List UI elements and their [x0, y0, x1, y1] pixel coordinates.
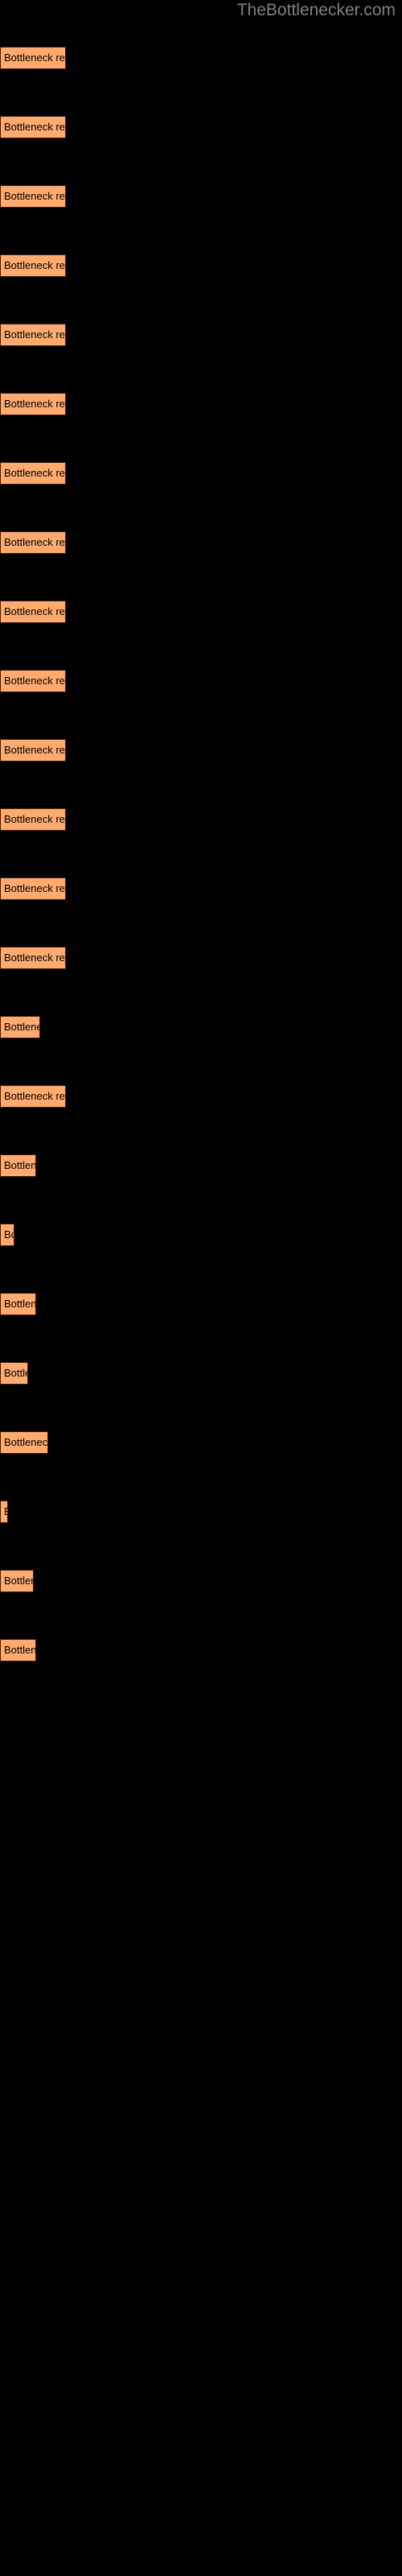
bar-label: Bottleneck result	[4, 1090, 65, 1102]
bar[interactable]: Bottleneck result	[0, 877, 66, 900]
bar-label: Bottleneck result	[4, 1021, 39, 1033]
bar[interactable]: Bottleneck result	[0, 1293, 36, 1315]
bar-row: Bottleneck result	[0, 116, 402, 138]
bar[interactable]: Bottleneck result	[0, 116, 66, 138]
bar-row: Bottleneck result	[0, 393, 402, 415]
bar[interactable]: Bottleneck result	[0, 1224, 14, 1246]
bar-label: Bottleneck result	[4, 52, 65, 64]
bar-row: Bottleneck result	[0, 1085, 402, 1108]
bar-row: Bottleneck result	[0, 877, 402, 900]
bar[interactable]: Bottleneck result	[0, 1085, 66, 1108]
bar-label: Bottleneck result	[4, 121, 65, 133]
bar[interactable]: Bottleneck result	[0, 739, 66, 762]
bar[interactable]: Bottleneck result	[0, 1362, 28, 1385]
bar[interactable]: Bottleneck result	[0, 947, 66, 969]
bar-row: Bottleneck result	[0, 1431, 402, 1454]
bar[interactable]: Bottleneck result	[0, 1431, 48, 1454]
bar-row: Bottleneck result	[0, 1224, 402, 1246]
bar[interactable]: Bottleneck result	[0, 1501, 8, 1523]
bar-row: Bottleneck result	[0, 947, 402, 969]
bar-label: Bottleneck result	[4, 1228, 14, 1241]
bar-row: Bottleneck result	[0, 47, 402, 69]
bar-label: Bottleneck result	[4, 398, 65, 410]
bar[interactable]: Bottleneck result	[0, 601, 66, 623]
bar-row: Bottleneck result	[0, 185, 402, 208]
bar-label: Bottleneck result	[4, 1298, 36, 1310]
bar-label: Bottleneck result	[4, 1159, 36, 1171]
bar-label: Bottleneck result	[4, 259, 65, 271]
bar-label: Bottleneck result	[4, 328, 65, 341]
bar[interactable]: Bottleneck result	[0, 393, 66, 415]
bar-label: Bottleneck result	[4, 605, 65, 617]
bar[interactable]: Bottleneck result	[0, 47, 66, 69]
bar-row: Bottleneck result	[0, 462, 402, 485]
bar-label: Bottleneck result	[4, 467, 65, 479]
bar-label: Bottleneck result	[4, 882, 65, 894]
bar-row: Bottleneck result	[0, 1362, 402, 1385]
bottleneck-bar-chart: Bottleneck result Bottleneck result Bottle…	[0, 0, 402, 2576]
bar-row: Bottleneck result	[0, 1639, 402, 1662]
bar-label: Bottleneck result	[4, 1644, 36, 1656]
bar-label: Bottleneck result	[4, 536, 65, 548]
bar-row: Bottleneck result	[0, 324, 402, 346]
bar-row: Bottleneck result	[0, 739, 402, 762]
bar[interactable]: Bottleneck result	[0, 462, 66, 485]
bar[interactable]: Bottleneck result	[0, 1570, 34, 1592]
bar[interactable]: Bottleneck result	[0, 531, 66, 554]
bar[interactable]: Bottleneck result	[0, 1154, 36, 1177]
bar-row: Bottleneck result	[0, 670, 402, 692]
bar-row: Bottleneck result	[0, 601, 402, 623]
bar-label: Bottleneck result	[4, 190, 65, 202]
bar[interactable]: Bottleneck result	[0, 808, 66, 831]
bar-row: Bottleneck result	[0, 1501, 402, 1523]
bar[interactable]: Bottleneck result	[0, 254, 66, 277]
bar-row: Bottleneck result	[0, 1293, 402, 1315]
bar-label: Bottleneck result	[4, 675, 65, 687]
bar[interactable]: Bottleneck result	[0, 670, 66, 692]
bar-row: Bottleneck result	[0, 254, 402, 277]
bar-row: Bottleneck result	[0, 1154, 402, 1177]
bar[interactable]: Bottleneck result	[0, 185, 66, 208]
bar-label: Bottleneck result	[4, 1436, 48, 1448]
bar-row: Bottleneck result	[0, 808, 402, 831]
bar[interactable]: Bottleneck result	[0, 1639, 36, 1662]
bar-label: Bottleneck result	[4, 1575, 33, 1587]
bar-label: Bottleneck result	[4, 1367, 27, 1379]
bar-row: Bottleneck result	[0, 1016, 402, 1038]
bar-label: Bottleneck result	[4, 1501, 7, 1522]
bar-label: Bottleneck result	[4, 813, 65, 825]
bar[interactable]: Bottleneck result	[0, 1016, 40, 1038]
bar[interactable]: Bottleneck result	[0, 324, 66, 346]
bar-label: Bottleneck result	[4, 744, 65, 756]
bar-label: Bottleneck result	[4, 952, 65, 964]
bar-row: Bottleneck result	[0, 531, 402, 554]
bar-row: Bottleneck result	[0, 1570, 402, 1592]
